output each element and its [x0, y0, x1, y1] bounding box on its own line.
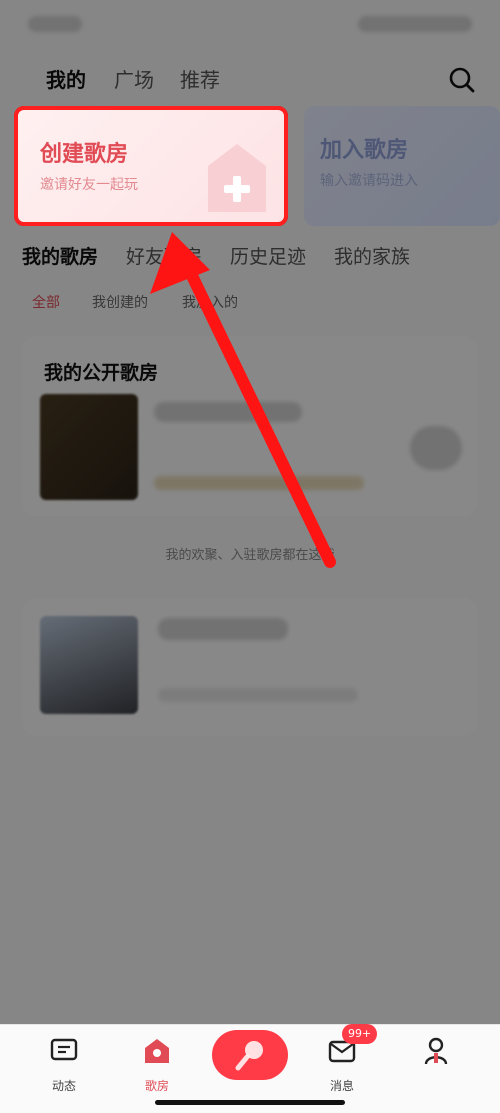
room-cover[interactable]: [40, 616, 138, 714]
room-info-blur: [154, 476, 364, 490]
room-cover[interactable]: [40, 394, 138, 500]
sing-button[interactable]: [212, 1030, 288, 1080]
status-time-blur: [28, 16, 82, 32]
status-bar: [0, 0, 500, 50]
tab-square[interactable]: 广场: [114, 64, 154, 93]
room-name-blur: [154, 402, 302, 422]
rooms-hint: 我的欢聚、入驻歌房都在这哦: [165, 548, 335, 563]
room-action-blur[interactable]: [410, 426, 462, 470]
filter-all[interactable]: 全部: [32, 292, 60, 312]
tab-mine[interactable]: 我的: [46, 64, 86, 93]
home-indicator: [155, 1100, 345, 1105]
house-icon: [145, 1039, 169, 1063]
room-card[interactable]: [22, 598, 478, 736]
tab-friend-rooms[interactable]: 好友歌房: [126, 242, 202, 269]
nav-messages-label: 消息: [329, 1079, 354, 1093]
create-room-title: 创建歌房: [40, 142, 129, 167]
nav-messages[interactable]: 消息: [302, 1037, 382, 1093]
tab-my-family[interactable]: 我的家族: [334, 242, 410, 269]
filter-joined[interactable]: 我加入的: [182, 292, 238, 312]
room-sub-tabs: 我的歌房 好友歌房 历史足迹 我的家族: [0, 238, 500, 272]
join-room-card[interactable]: 加入歌房 输入邀请码进入: [304, 106, 500, 226]
profile-icon: [424, 1037, 448, 1065]
plus-icon: [204, 140, 270, 216]
room-filters: 全部 我创建的 我加入的: [0, 288, 500, 318]
tab-history[interactable]: 历史足迹: [230, 242, 306, 269]
nav-profile[interactable]: [396, 1037, 476, 1093]
filter-created[interactable]: 我创建的: [92, 292, 148, 312]
create-room-subtitle: 邀请好友一起玩: [40, 177, 138, 193]
join-room-subtitle: 输入邀请码进入: [320, 173, 418, 189]
search-icon[interactable]: [448, 66, 476, 94]
nav-rooms-label: 歌房: [144, 1079, 169, 1093]
public-rooms-panel: 我的公开歌房: [22, 336, 478, 516]
create-room-card-highlighted[interactable]: 创建歌房 邀请好友一起玩: [14, 106, 288, 226]
status-icons-blur: [358, 16, 472, 32]
top-tabs: 我的 广场 推荐: [0, 60, 500, 94]
chat-icon: [50, 1038, 78, 1061]
messages-badge: 99+: [342, 1024, 378, 1044]
nav-dynamics[interactable]: 动态: [24, 1037, 104, 1093]
tab-recommend[interactable]: 推荐: [180, 64, 220, 93]
room-info-blur: [158, 688, 358, 702]
nav-rooms[interactable]: 歌房: [117, 1037, 197, 1093]
join-room-title: 加入歌房: [320, 138, 409, 163]
mic-icon: [235, 1041, 263, 1071]
room-name-blur: [158, 618, 288, 640]
tab-my-rooms[interactable]: 我的歌房: [22, 242, 98, 269]
public-rooms-title: 我的公开歌房: [44, 362, 159, 384]
nav-dynamics-label: 动态: [51, 1079, 76, 1093]
